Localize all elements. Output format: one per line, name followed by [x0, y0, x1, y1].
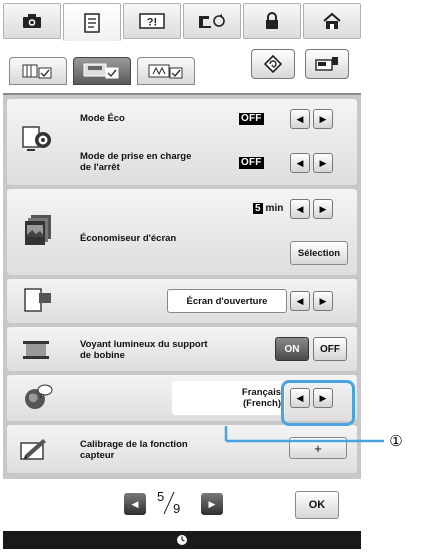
settings-screen: ?! Mode Éco OFF ◀ ▶ Mode de prise en cha… [3, 3, 361, 549]
subtab-page3[interactable] [137, 57, 195, 85]
screen-saver-label: Économiseur d'écran [80, 233, 177, 244]
arrow-left-icon: ◀ [131, 498, 139, 509]
shutoff-support-left-arrow[interactable]: ◀ [290, 153, 310, 173]
house-icon [323, 12, 341, 29]
globe-speech-icon [25, 384, 53, 409]
arrow-left-icon: ◀ [296, 203, 304, 214]
top-tab-bar: ?! [3, 3, 361, 41]
tab-machine[interactable] [183, 3, 241, 39]
bobbin-light-off-button[interactable]: OFF [313, 337, 347, 361]
arrow-right-icon: ▶ [319, 295, 327, 306]
reset-settings-button[interactable] [251, 49, 295, 79]
tab-camera[interactable] [3, 3, 61, 39]
screen-saver-time-unit: min [265, 203, 284, 214]
tab-home[interactable] [303, 3, 361, 39]
eco-mode-label: Mode Éco [80, 113, 125, 124]
status-footer [3, 531, 361, 549]
sewing-machine-icon [199, 14, 225, 28]
arrow-left-icon: ◀ [296, 157, 304, 168]
svg-text:?!: ?! [147, 17, 157, 29]
machine-memory-icon [315, 57, 338, 71]
eco-mode-left-arrow[interactable]: ◀ [290, 109, 310, 129]
subtab-page2[interactable] [73, 57, 131, 85]
eco-mode-right-arrow[interactable]: ▶ [313, 109, 333, 129]
diamond-reset-icon [264, 55, 282, 73]
settings-page2-icon [83, 63, 119, 79]
opening-screen-row: Écran d'ouverture ◀ ▶ [7, 279, 357, 323]
next-page-button[interactable]: ▶ [201, 493, 223, 515]
bobbin-light-label: Voyant lumineux du support de bobine [80, 339, 208, 361]
opening-screen-right-arrow[interactable]: ▶ [313, 291, 333, 311]
ok-button[interactable]: OK [295, 491, 339, 519]
previous-page-button[interactable]: ◀ [124, 493, 146, 515]
memory-button[interactable] [305, 49, 349, 79]
calibration-pen-icon [20, 439, 46, 460]
bobbin-light-row: Voyant lumineux du support de bobine ON … [7, 327, 357, 371]
page-total: 9 [173, 501, 181, 516]
tab-lock[interactable] [243, 3, 301, 39]
clock-icon [177, 535, 187, 545]
sensor-calibration-label: Calibrage de la fonction capteur [80, 439, 188, 461]
eco-mode-row: Mode Éco OFF ◀ ▶ Mode de prise en charge… [7, 99, 357, 185]
tab-settings[interactable] [63, 3, 121, 41]
bottom-bar: ◀ 5 9 ▶ OK [3, 479, 361, 531]
opening-screen-left-arrow[interactable]: ◀ [290, 291, 310, 311]
opening-screen-value: Écran d'ouverture [167, 289, 287, 313]
screen-saver-right-arrow[interactable]: ▶ [313, 199, 333, 219]
eco-mode-value: OFF [239, 113, 264, 125]
help-question-icon: ?! [139, 13, 165, 29]
arrow-right-icon: ▶ [208, 498, 216, 509]
eco-monitor-icon [22, 126, 51, 151]
subtab-page1[interactable] [9, 57, 67, 85]
lock-icon [266, 12, 278, 29]
bobbin-light-on-button[interactable]: ON [275, 337, 309, 361]
callout-leader-line [224, 426, 384, 443]
language-arrows-highlight [281, 380, 355, 426]
shutoff-support-right-arrow[interactable]: ▶ [313, 153, 333, 173]
arrow-right-icon: ▶ [319, 113, 327, 124]
arrow-right-icon: ▶ [319, 157, 327, 168]
screen-saver-select-button[interactable]: Sélection [290, 241, 348, 265]
screen-saver-row: Économiseur d'écran 5 min ◀ ▶ Sélection [7, 189, 357, 275]
arrow-right-icon: ▶ [319, 203, 327, 214]
shutoff-support-value: OFF [239, 157, 264, 169]
tab-help[interactable]: ?! [123, 3, 181, 39]
arrow-left-icon: ◀ [296, 113, 304, 124]
settings-page1-icon [22, 64, 52, 79]
callout-number: ① [389, 433, 403, 450]
language-value-line2: (French) [243, 398, 281, 409]
bobbin-spool-icon [23, 341, 49, 359]
screen-saver-time-value: 5 [253, 203, 263, 214]
shutoff-support-label: Mode de prise en charge de l'arrêt [80, 151, 192, 173]
screen-saver-time: 5 min [253, 203, 283, 215]
language-value-line1: Français [241, 387, 281, 398]
language-value: Français (French) [172, 381, 285, 415]
camera-icon [23, 14, 41, 28]
page-indicator: 5 9 [155, 489, 191, 519]
sub-tab-row [3, 45, 361, 89]
screen-saver-icon [25, 215, 51, 245]
document-icon [84, 12, 100, 33]
screen-saver-left-arrow[interactable]: ◀ [290, 199, 310, 219]
arrow-left-icon: ◀ [296, 295, 304, 306]
opening-screen-icon [24, 288, 51, 312]
settings-page3-icon [148, 64, 183, 79]
